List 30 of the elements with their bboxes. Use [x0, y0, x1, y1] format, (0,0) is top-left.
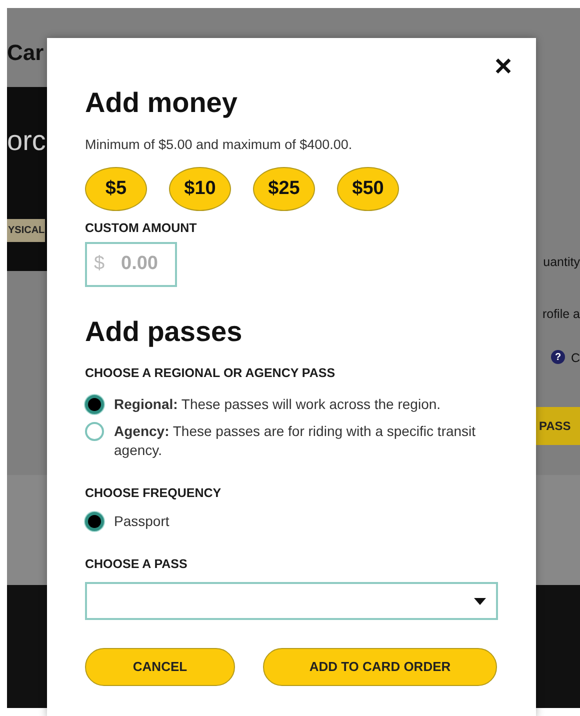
section-heading: Add money	[85, 86, 238, 120]
radio-button[interactable]	[85, 422, 104, 441]
amount-button[interactable]: $50	[337, 166, 399, 211]
amount-button[interactable]: $25	[253, 166, 315, 211]
quantity-label: uantity	[543, 254, 580, 271]
pass-button[interactable]: PASS	[536, 407, 580, 445]
radio-label[interactable]: Passport	[114, 512, 170, 532]
currency-symbol: $	[94, 252, 105, 276]
card-logo: orc	[7, 127, 46, 155]
radio-label[interactable]: Agency: These passes are for riding with a specific transit agency.	[114, 422, 498, 460]
profile-text: rofile a	[542, 306, 580, 323]
section-heading: Add passes	[85, 314, 244, 348]
radio-button[interactable]	[85, 512, 104, 532]
field-label: CHOOSE FREQUENCY	[85, 484, 222, 502]
close-button[interactable]: ×	[492, 52, 514, 82]
radio-button[interactable]	[85, 394, 104, 414]
card-type-badge: YSICAL	[7, 219, 45, 242]
amount-button[interactable]: $5	[85, 166, 147, 211]
amount-button[interactable]: $10	[169, 166, 231, 211]
amount-limits-text: Minimum of $5.00 and maximum of $400.00.	[85, 136, 354, 154]
page-title: Car	[7, 40, 44, 66]
dropdown-caret-icon	[474, 598, 486, 605]
radio-label[interactable]: Regional: These passes will work across the region.	[114, 394, 441, 414]
help-link[interactable]: C	[570, 349, 580, 368]
help-icon[interactable]: ?	[551, 350, 565, 364]
field-label: CUSTOM AMOUNT	[85, 220, 198, 237]
field-label: CHOOSE A REGIONAL OR AGENCY PASS	[85, 365, 336, 382]
cancel-button[interactable]: CANCEL	[85, 648, 235, 686]
field-label: CHOOSE A PASS	[85, 556, 188, 574]
add-to-order-button[interactable]: ADD TO CARD ORDER	[263, 648, 497, 686]
